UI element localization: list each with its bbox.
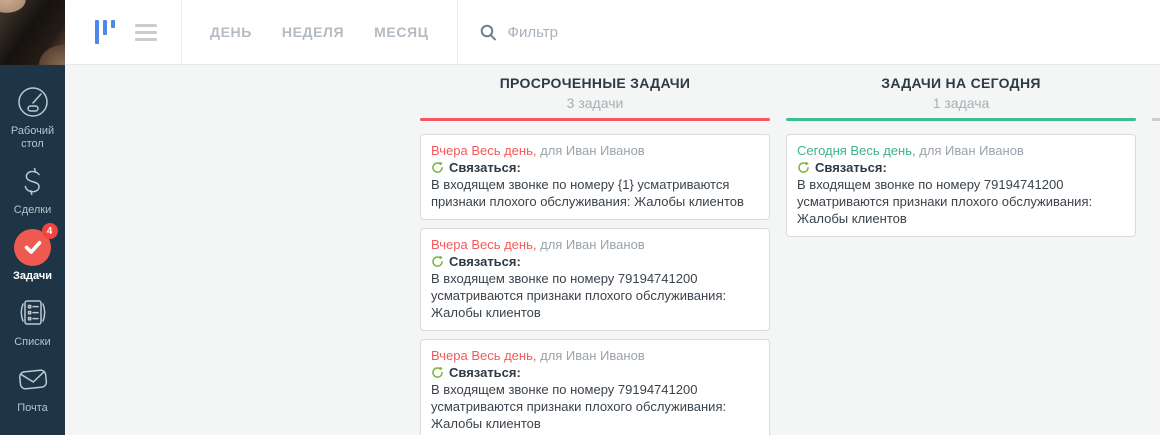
column-count: 3 задачи xyxy=(420,96,770,111)
task-due-date: Вчера Весь день, xyxy=(431,237,536,252)
column-today: ЗАДАЧИ НА СЕГОДНЯ 1 задача Сегодня Весь … xyxy=(786,65,1136,435)
filter-bar xyxy=(458,23,1160,42)
view-toggles xyxy=(65,20,181,44)
task-type: Связаться: xyxy=(431,159,759,176)
tasks-check-icon: 4 xyxy=(13,227,53,267)
dashboard-gauge-icon xyxy=(13,82,53,122)
task-meta: Вчера Весь день, для Иван Иванов xyxy=(431,236,759,253)
period-tabs: ДЕНЬ НЕДЕЛЯ МЕСЯЦ xyxy=(182,24,457,40)
tasks-count-badge: 4 xyxy=(42,223,58,239)
task-due-date: Вчера Весь день, xyxy=(431,348,536,363)
sidebar-item-mail[interactable]: Почта xyxy=(0,359,65,415)
task-card[interactable]: Вчера Весь день, для Иван Иванов Связать… xyxy=(420,228,770,331)
column-title: ЗАДАЧИ НА СЕГОДНЯ xyxy=(786,76,1136,91)
task-due-date: Вчера Весь день, xyxy=(431,143,536,158)
task-assignee: для Иван Иванов xyxy=(540,237,645,252)
sidebar-item-lists[interactable]: Списки xyxy=(0,293,65,349)
task-description: В входящем звонке по номеру 79194741200 … xyxy=(431,270,759,321)
task-type-label: Связаться: xyxy=(449,159,521,176)
task-description: В входящем звонке по номеру 79194741200 … xyxy=(431,381,759,432)
task-type-label: Связаться: xyxy=(449,253,521,270)
sidebar-item-label: Задачи xyxy=(13,270,52,283)
sidebar-item-label: Рабочий стол xyxy=(3,125,63,151)
topbar: ДЕНЬ НЕДЕЛЯ МЕСЯЦ xyxy=(65,0,1160,65)
sidebar: Рабочий стол Сделки 4 Зада xyxy=(0,65,65,435)
column-cards: Сегодня Весь день, для Иван Иванов Связа… xyxy=(786,134,1136,237)
task-description: В входящем звонке по номеру 79194741200 … xyxy=(797,176,1125,227)
task-type-label: Связаться: xyxy=(449,364,521,381)
task-type: Связаться: xyxy=(431,364,759,381)
period-tab[interactable]: НЕДЕЛЯ xyxy=(282,24,344,40)
column-next-partial xyxy=(1152,65,1160,435)
lists-icon xyxy=(13,293,53,333)
column-accent-line xyxy=(786,118,1136,121)
task-description: В входящем звонке по номеру {1} усматрив… xyxy=(431,176,759,210)
task-card[interactable]: Вчера Весь день, для Иван Иванов Связать… xyxy=(420,339,770,435)
sidebar-item-label: Почта xyxy=(17,402,48,415)
filter-input[interactable] xyxy=(506,23,1130,42)
mail-icon xyxy=(13,359,53,399)
task-card[interactable]: Сегодня Весь день, для Иван Иванов Связа… xyxy=(786,134,1136,237)
task-type: Связаться: xyxy=(797,159,1125,176)
user-photo-avatar[interactable] xyxy=(0,0,65,65)
kanban-view-icon[interactable] xyxy=(95,20,115,44)
column-overdue: ПРОСРОЧЕННЫЕ ЗАДАЧИ 3 задачи Вчера Весь … xyxy=(420,65,770,435)
task-due-date: Сегодня Весь день, xyxy=(797,143,916,158)
contact-task-icon xyxy=(797,161,810,174)
board-columns: ПРОСРОЧЕННЫЕ ЗАДАЧИ 3 задачи Вчера Весь … xyxy=(65,65,1160,435)
task-type-label: Связаться: xyxy=(815,159,887,176)
sidebar-item-dashboard[interactable]: Рабочий стол xyxy=(0,82,65,151)
column-accent-line xyxy=(1152,118,1160,121)
column-title: ПРОСРОЧЕННЫЕ ЗАДАЧИ xyxy=(420,76,770,91)
period-tab[interactable]: ДЕНЬ xyxy=(210,24,252,40)
search-icon xyxy=(480,24,497,41)
column-cards: Вчера Весь день, для Иван Иванов Связать… xyxy=(420,134,770,435)
task-assignee: для Иван Иванов xyxy=(919,143,1024,158)
contact-task-icon xyxy=(431,255,444,268)
column-accent-line xyxy=(420,118,770,121)
contact-task-icon xyxy=(431,366,444,379)
sidebar-item-deals[interactable]: Сделки xyxy=(0,161,65,217)
contact-task-icon xyxy=(431,161,444,174)
column-count: 1 задача xyxy=(786,96,1136,111)
task-meta: Вчера Весь день, для Иван Иванов xyxy=(431,142,759,159)
period-tab[interactable]: МЕСЯЦ xyxy=(374,24,428,40)
app-window: ДЕНЬ НЕДЕЛЯ МЕСЯЦ Ра xyxy=(0,0,1160,435)
task-assignee: для Иван Иванов xyxy=(540,143,645,158)
task-board: ПРОСРОЧЕННЫЕ ЗАДАЧИ 3 задачи Вчера Весь … xyxy=(65,65,1160,435)
sidebar-item-label: Сделки xyxy=(14,204,52,217)
sidebar-item-tasks[interactable]: 4 Задачи xyxy=(0,227,65,283)
task-meta: Сегодня Весь день, для Иван Иванов xyxy=(797,142,1125,159)
deals-dollar-icon xyxy=(13,161,53,201)
sidebar-item-label: Списки xyxy=(14,336,51,349)
task-type: Связаться: xyxy=(431,253,759,270)
list-view-icon[interactable] xyxy=(135,24,157,41)
task-card[interactable]: Вчера Весь день, для Иван Иванов Связать… xyxy=(420,134,770,220)
task-meta: Вчера Весь день, для Иван Иванов xyxy=(431,347,759,364)
task-assignee: для Иван Иванов xyxy=(540,348,645,363)
